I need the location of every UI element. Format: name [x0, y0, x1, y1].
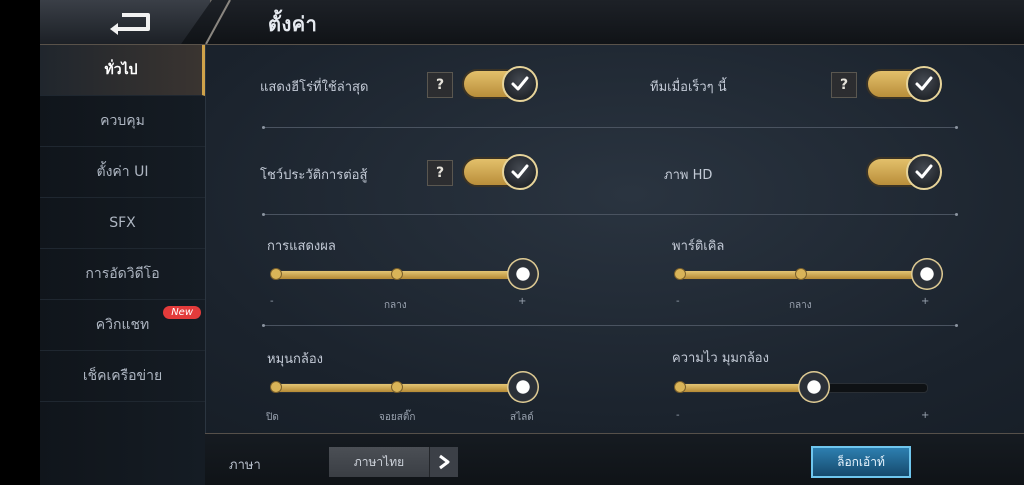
camera-rotation-slider[interactable]: [270, 371, 539, 403]
camera-speed-label: ความไว มุมกล้อง: [672, 351, 769, 366]
slider-thumb[interactable]: [911, 258, 943, 290]
tick-label: +: [921, 410, 930, 421]
sidebar-item-sfx[interactable]: SFX: [40, 198, 205, 249]
slider-thumb[interactable]: [797, 371, 830, 403]
page-title: ตั้งค่า: [268, 12, 318, 36]
slider-step: [270, 381, 283, 393]
sidebar-item-ui-settings[interactable]: ตั้งค่า UI: [40, 147, 205, 198]
recent-heroes-help-button[interactable]: ?: [427, 72, 453, 98]
new-badge: New: [163, 306, 201, 319]
display-slider[interactable]: [270, 258, 539, 290]
sidebar-item-video-recording[interactable]: การอัดวิดีโอ: [40, 249, 205, 300]
slider-step: [674, 381, 687, 393]
recent-heroes-label: แสดงฮีโร่ที่ใช้ล่าสุด: [260, 80, 369, 95]
battle-history-help-button[interactable]: ?: [427, 160, 453, 186]
sidebar-item-quick-chat[interactable]: ควิกแชท New: [40, 300, 205, 351]
sidebar-item-network-check[interactable]: เช็คเครือข่าย: [40, 351, 205, 402]
tick-label: -: [270, 296, 274, 307]
battle-history-label: โชว์ประวัติการต่อสู้: [260, 168, 368, 183]
logout-button[interactable]: ล็อกเอ้าท์: [811, 446, 911, 478]
recent-team-help-button[interactable]: ?: [831, 72, 857, 98]
header-bar: ตั้งค่า: [40, 0, 1024, 45]
tick-label: ปิด: [266, 412, 279, 423]
tick-label: +: [518, 296, 527, 307]
check-icon: [906, 66, 942, 102]
header-divider-icon: [205, 0, 231, 44]
sidebar-item-label: ควิกแชท: [95, 317, 150, 333]
settings-screen: ตั้งค่า ทั่วไป ควบคุม ตั้งค่า UI SFX การ…: [40, 0, 1024, 485]
back-arrow-icon[interactable]: [108, 9, 156, 35]
hd-image-label: ภาพ HD: [664, 168, 713, 183]
tick-label: -: [676, 296, 680, 307]
recent-heroes-toggle[interactable]: [462, 66, 538, 102]
sidebar-item-label: SFX: [109, 215, 136, 231]
sidebar-item-label: การอัดวิดีโอ: [85, 266, 160, 282]
chevron-right-icon: [439, 454, 450, 470]
check-icon: [502, 66, 538, 102]
battle-history-toggle[interactable]: [462, 154, 538, 190]
sidebar-item-general[interactable]: ทั่วไป: [40, 45, 205, 96]
tick-label: -: [676, 410, 680, 421]
slider-thumb[interactable]: [507, 371, 539, 403]
recent-team-toggle[interactable]: [866, 66, 942, 102]
slider-step: [391, 381, 403, 393]
slider-step: [270, 268, 283, 280]
slider-step: [795, 268, 807, 280]
sidebar-item-label: ตั้งค่า UI: [96, 164, 149, 180]
tick-label: กลาง: [789, 300, 812, 311]
sidebar-item-label: เช็คเครือข่าย: [82, 368, 163, 384]
sidebar-item-label: ควบคุม: [100, 113, 145, 129]
display-label: การแสดงผล: [267, 239, 336, 254]
check-icon: [906, 154, 942, 190]
section-divider: [262, 213, 958, 216]
recent-team-label: ทีมเมื่อเร็วๆ นี้: [650, 80, 727, 95]
tick-label: จอยสติ๊ก: [379, 412, 416, 423]
sidebar-item-label: ทั่วไป: [104, 62, 138, 78]
slider-fill: [675, 384, 814, 392]
particles-label: พาร์ติเคิล: [672, 239, 725, 254]
camera-rotation-label: หมุนกล้อง: [267, 352, 324, 367]
slider-step: [674, 268, 687, 280]
camera-speed-slider[interactable]: [674, 371, 928, 403]
language-select[interactable]: ภาษาไทย: [329, 447, 429, 477]
tick-label: +: [921, 296, 930, 307]
particles-slider[interactable]: [674, 258, 943, 290]
slider-step: [391, 268, 403, 280]
sidebar-item-controls[interactable]: ควบคุม: [40, 96, 205, 147]
language-next-button[interactable]: [429, 447, 458, 477]
language-label: ภาษา: [229, 458, 261, 473]
slider-thumb[interactable]: [507, 258, 539, 290]
section-divider: [262, 126, 958, 129]
tick-label: กลาง: [384, 300, 407, 311]
bottom-bar: ภาษา ภาษาไทย ล็อกเอ้าท์: [205, 433, 1024, 485]
check-icon: [502, 154, 538, 190]
section-divider: [262, 324, 958, 327]
hd-image-toggle[interactable]: [866, 154, 942, 190]
settings-sidebar: ทั่วไป ควบคุม ตั้งค่า UI SFX การอัดวิดีโ…: [40, 45, 206, 485]
tick-label: สไลด์: [510, 412, 534, 423]
